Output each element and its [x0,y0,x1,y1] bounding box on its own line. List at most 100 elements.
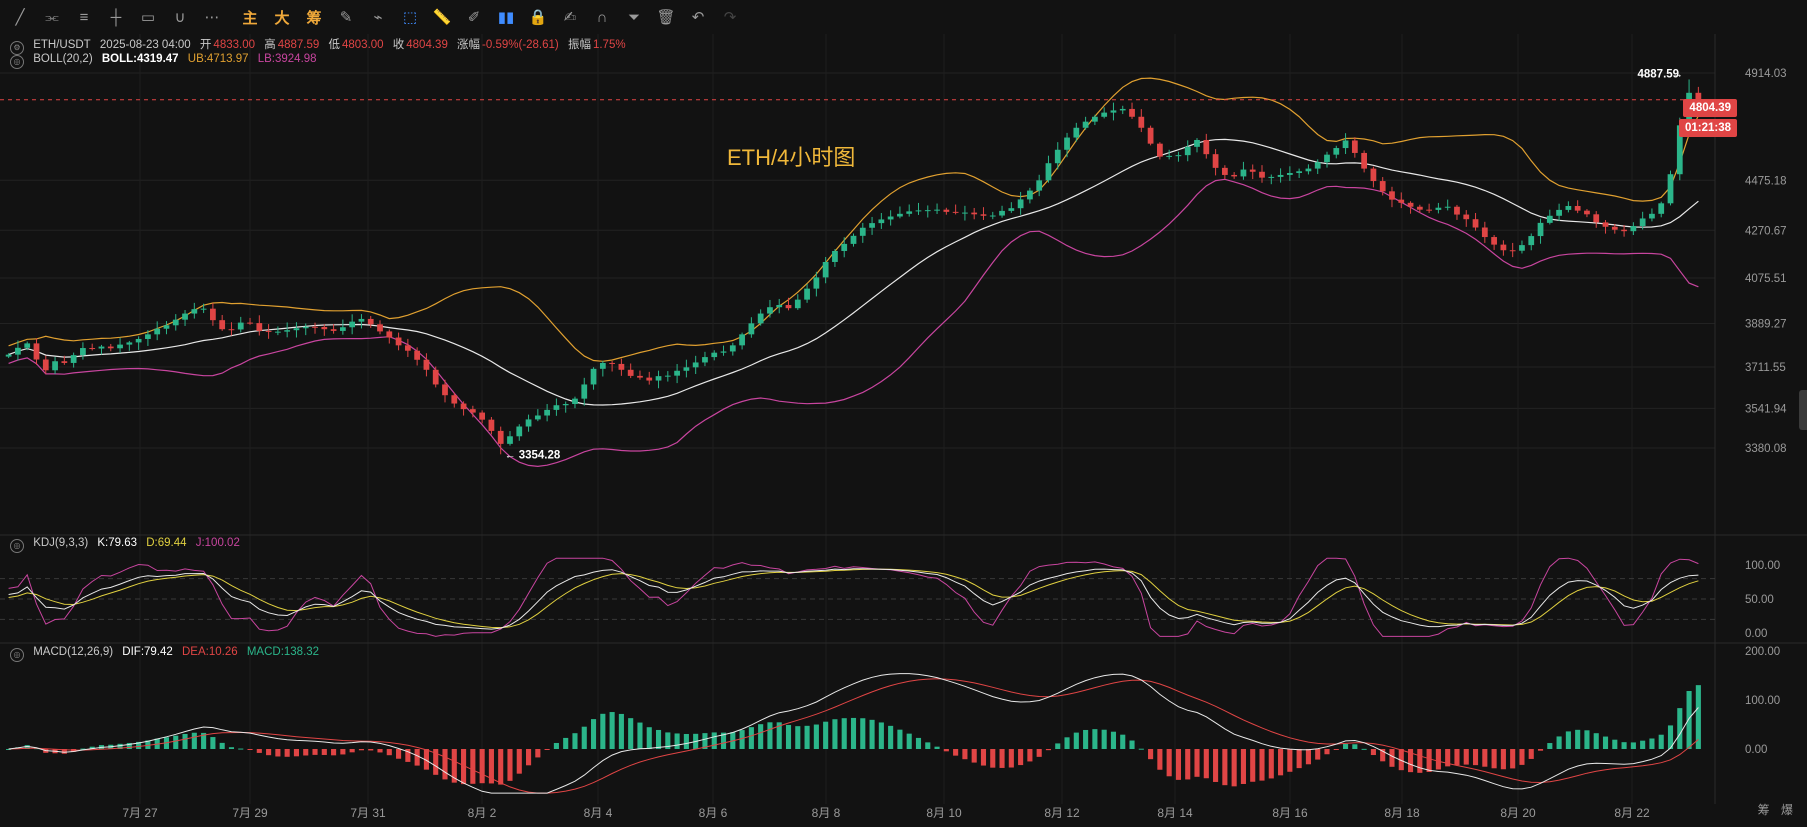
pen-icon[interactable]: ✐ [462,5,486,29]
kdj-name[interactable]: KDJ(9,3,3) [33,537,88,549]
chips-button[interactable]: 筹 [302,5,326,29]
candle-body [1184,146,1191,156]
cross-line-icon[interactable]: ┼ [104,5,128,29]
candle-body [432,369,439,385]
side-panel-handle[interactable] [1799,390,1807,430]
ruler-icon[interactable]: 📏 [430,5,454,29]
candle-body [1416,206,1423,210]
candle-body [404,345,411,351]
macd-histogram-bar [563,737,569,749]
boll-toggle-icon[interactable]: ◎ [10,55,24,69]
macd-histogram-bar [1027,749,1033,762]
magnet-icon[interactable]: ∩ [590,5,614,29]
candle-body [1407,202,1414,207]
measure-icon[interactable]: ⌁ [366,5,390,29]
open-value: 4833.00 [213,39,255,51]
more-tools-icon[interactable]: ⋯ [200,5,224,29]
candle-body [544,409,551,416]
macd-histogram-bar [1491,749,1497,769]
macd-histogram-bar [999,749,1005,768]
macd-histogram-bar [943,749,949,752]
macd-axis-label: 100.00 [1745,695,1780,707]
macd-histogram-bar [498,749,504,785]
candle-body [358,318,365,322]
candle-body [1481,227,1488,238]
macd-histogram-bar [1296,749,1302,769]
draw-brush-icon[interactable]: ✎ [334,5,358,29]
macd-histogram-bar [711,732,717,749]
macd-histogram-bar [303,749,309,756]
candle-body [1639,218,1646,227]
candle-body [720,351,727,353]
candle-body [980,214,987,216]
candle-body [850,235,857,244]
candle-date: 2025-08-23 04:00 [99,39,191,51]
candle-body [516,426,523,437]
parallel-channel-icon[interactable]: ⫘ [40,5,64,29]
horizontal-lines-icon[interactable]: ≡ [72,5,96,29]
macd-histogram-bar [1278,749,1284,776]
high-annotation-arrow: → [1672,68,1683,80]
chart-area[interactable]: 4914.03 4475.18 4270.67 4075.51 3889.27 3711.… [0,34,1807,822]
candle-body [1630,226,1637,232]
candle-body [1268,176,1275,178]
chips-toggle[interactable]: 筹 [1758,803,1770,817]
candle-type-icon[interactable]: ▮▮ [494,5,518,29]
lock-icon[interactable]: 🔒 [526,5,550,29]
undo-icon[interactable]: ↶ [686,5,710,29]
main-chart-button[interactable]: 主 [238,5,262,29]
candle-body [1379,181,1386,192]
macd-name[interactable]: MACD(12,26,9) [33,646,113,658]
time-axis-label: 7月 29 [232,806,268,820]
curve-icon[interactable]: ∪ [168,5,192,29]
macd-info-row: ◎ MACD(12,26,9) DIF:79.42 DEA:10.26 MACD… [10,646,325,662]
macd-toggle-icon[interactable]: ◎ [10,648,24,662]
candle-body [767,307,773,314]
trash-icon[interactable]: 🗑 [654,5,678,29]
candle-body [1231,174,1238,177]
candle-body [24,343,31,348]
candle-body [154,328,161,335]
edit-note-icon[interactable]: ✍ [558,5,582,29]
candle-body [42,359,49,371]
macd-histogram-bar [312,749,318,755]
candle-body [1110,110,1117,113]
macd-histogram-bar [247,749,253,750]
price-axis-label: 4270.67 [1745,225,1787,237]
candle-body [1054,149,1061,164]
macd-histogram-bar [266,749,272,756]
candle-body [1194,139,1200,147]
time-axis-label: 8月 12 [1044,806,1080,820]
candle-body [1491,237,1497,245]
boll-name[interactable]: BOLL(20,2) [33,53,92,65]
candle-body [934,209,940,211]
macd-histogram-bar [860,718,866,749]
redo-icon[interactable]: ↷ [718,5,742,29]
candle-body [1574,205,1581,211]
candle-body [1203,139,1210,155]
macd-histogram-bar [1510,749,1516,769]
macd-histogram-bar [479,749,485,784]
boll-ub-value: UB:4713.97 [187,53,249,65]
candle-body [386,331,393,338]
candle-body [683,367,690,371]
candle-body [1296,171,1303,173]
candle-body [33,343,40,360]
candle-body [219,320,226,330]
candle-body [1008,208,1015,211]
select-cursor-icon[interactable]: ⬚ [398,5,422,29]
macd-histogram-bar [1537,749,1544,751]
candle-body [534,415,541,420]
macd-histogram-bar [748,727,754,749]
candle-body [293,328,300,331]
candle-body [414,350,421,360]
large-button[interactable]: 大 [270,5,294,29]
price-chart-svg[interactable]: 4914.03 4475.18 4270.67 4075.51 3889.27 3711.… [0,34,1807,822]
trend-line-icon[interactable]: ╱ [8,5,32,29]
burst-toggle[interactable]: 爆 [1781,803,1793,817]
filter-icon[interactable]: ⏷ [622,5,646,29]
kdj-toggle-icon[interactable]: ◎ [10,539,24,553]
rectangle-icon[interactable]: ▭ [136,5,160,29]
candle-body [952,211,959,213]
macd-histogram-bar [1240,749,1246,784]
